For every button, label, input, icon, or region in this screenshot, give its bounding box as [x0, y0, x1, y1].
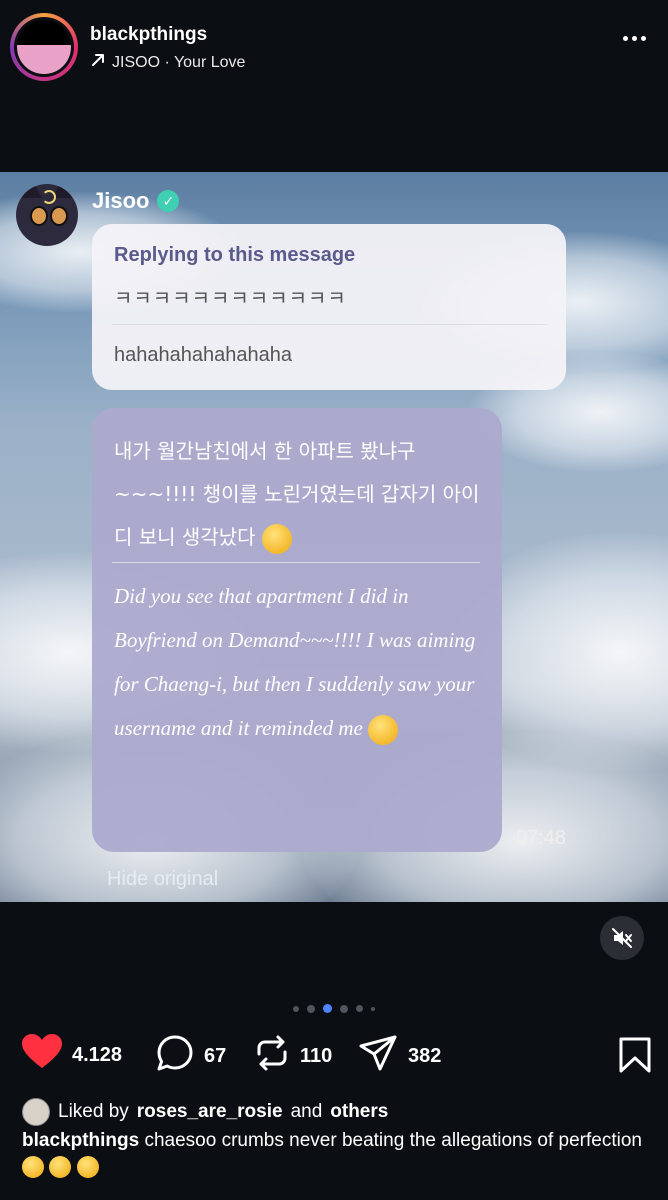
post-username[interactable]: blackpthings	[90, 24, 207, 46]
message-translation-row: Did you see that apartment I did in Boyf…	[114, 574, 482, 750]
caption-username[interactable]: blackpthings	[22, 1130, 139, 1151]
repost-icon	[254, 1034, 290, 1078]
reply-translation: hahahahahahahaha	[114, 344, 292, 366]
action-bar: 4.128 67 110 382	[22, 1034, 652, 1078]
liked-by-and: and	[290, 1101, 323, 1122]
carousel-dot	[356, 1005, 363, 1012]
liked-by-avatar	[22, 1098, 50, 1126]
sender-name: Jisoo	[92, 188, 150, 213]
bookmark-icon[interactable]	[618, 1036, 652, 1079]
reply-title: Replying to this message	[114, 244, 356, 266]
comment-count: 67	[204, 1044, 227, 1067]
post-header: blackpthings JISOO · Your Love	[0, 0, 668, 92]
arrow-up-right-icon	[90, 52, 106, 73]
carousel-dot	[371, 1006, 375, 1011]
message-time: 07:48	[515, 827, 566, 849]
share-button[interactable]: 382	[358, 1034, 441, 1078]
reply-original: ㅋㅋㅋㅋㅋㅋㅋㅋㅋㅋㅋㅋ	[114, 286, 347, 310]
repost-button[interactable]: 110	[254, 1034, 332, 1078]
share-icon	[358, 1034, 398, 1078]
more-icon[interactable]	[623, 36, 646, 41]
repost-count: 110	[300, 1044, 333, 1067]
carousel-dot	[323, 1004, 332, 1013]
music-info[interactable]: JISOO · Your Love	[90, 52, 245, 73]
carousel-dot	[307, 1004, 315, 1013]
liked-by-others[interactable]: others	[330, 1101, 388, 1123]
reply-divider	[112, 324, 546, 325]
message-card: 내가 월간남친에서 한 아파트 봤냐구 ~~~!!!! 챙이를 노린거였는데 갑…	[92, 408, 566, 852]
message-divider	[112, 562, 480, 563]
carousel-dot	[293, 1005, 299, 1012]
liked-by-prefix: Liked by	[58, 1101, 129, 1122]
verified-icon: ✓	[157, 190, 180, 212]
carousel-dot	[340, 1004, 348, 1013]
reply-card: Replying to this message ㅋㅋㅋㅋㅋㅋㅋㅋㅋㅋㅋㅋ ha…	[92, 224, 566, 390]
pleading-emoji-icon	[49, 1155, 72, 1178]
like-count: 4.128	[72, 1043, 123, 1066]
message-translation: Did you see that apartment I did in Boyf…	[114, 584, 476, 740]
heart-eyes-emoji-icon	[76, 1155, 99, 1178]
liked-by-row[interactable]: Liked by roses_are_rosie and others	[22, 1098, 388, 1126]
post-caption: blackpthings chaesoo crumbs never beatin…	[22, 1128, 642, 1180]
liked-by-user[interactable]: roses_are_rosie	[137, 1101, 283, 1123]
message-original-row: 내가 월간남친에서 한 아파트 봤냐구 ~~~!!!! 챙이를 노린거였는데 갑…	[114, 430, 484, 559]
share-count: 382	[408, 1044, 442, 1067]
profile-avatar[interactable]	[10, 13, 78, 81]
post-media[interactable]: Jisoo ✓ Replying to this message ㅋㅋㅋㅋㅋㅋㅋ…	[0, 172, 668, 902]
message-original: 내가 월간남친에서 한 아파트 봤냐구 ~~~!!!! 챙이를 노린거였는데 갑…	[114, 439, 480, 549]
hide-original-link[interactable]: Hide original	[107, 868, 218, 891]
sender-avatar	[16, 184, 78, 246]
comment-icon	[156, 1034, 194, 1078]
like-button[interactable]: 4.128	[22, 1034, 122, 1076]
mute-icon[interactable]	[600, 916, 644, 960]
carousel-indicator	[0, 1004, 668, 1013]
heart-icon	[22, 1034, 62, 1076]
heart-eyes-emoji-icon	[22, 1155, 44, 1178]
comment-button[interactable]: 67	[156, 1034, 226, 1078]
laughing-emoji-icon	[261, 523, 292, 554]
caption-text: chaesoo crumbs never beating the allegat…	[144, 1130, 642, 1151]
laughing-emoji-icon	[368, 715, 399, 746]
sender-name-row: Jisoo ✓	[92, 188, 180, 214]
music-title: JISOO · Your Love	[112, 53, 246, 71]
